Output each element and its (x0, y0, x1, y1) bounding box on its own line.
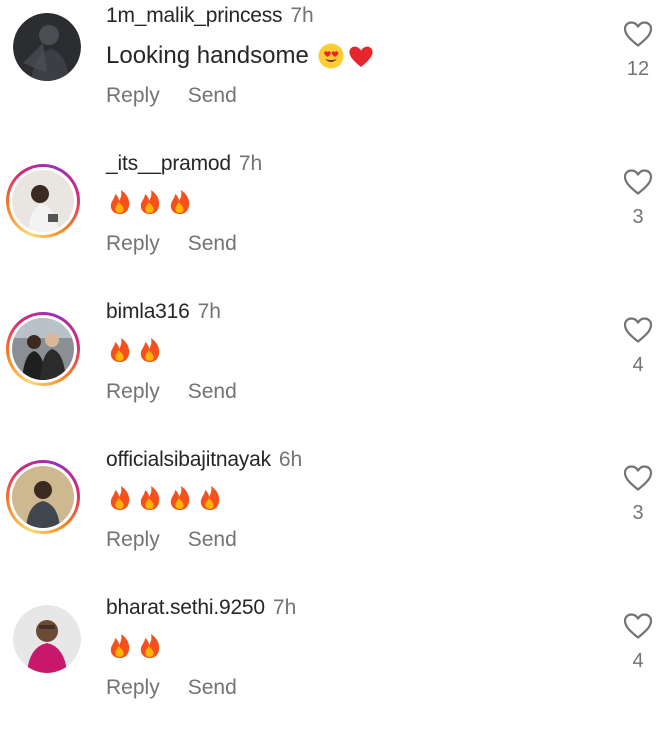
username[interactable]: bimla316 (106, 300, 190, 323)
like-area: 4 (621, 316, 655, 377)
comment-item: bharat.sethi.9250 7h Reply Send 4 (0, 592, 665, 740)
comment-item: _its__pramod 7h Reply Send 3 (0, 148, 665, 296)
timestamp: 7h (272, 596, 297, 619)
like-count: 4 (632, 354, 644, 376)
avatar[interactable] (13, 13, 81, 81)
avatar-story-ring[interactable] (6, 460, 80, 534)
comment-text (106, 632, 164, 660)
comment-header: bharat.sethi.9250 7h (106, 596, 296, 620)
heart-icon[interactable] (623, 612, 653, 640)
username[interactable]: 1m_malik_princess (106, 4, 283, 27)
comment-text: Looking handsome (106, 40, 375, 72)
heart-icon[interactable] (623, 20, 653, 48)
username[interactable]: officialsibajitnayak (106, 448, 271, 471)
reply-button[interactable]: Reply (106, 232, 160, 255)
comment-text-content: Looking handsome (106, 42, 309, 69)
like-count: 3 (632, 206, 644, 228)
heart-icon[interactable] (623, 464, 653, 492)
send-button[interactable]: Send (188, 232, 237, 255)
heart-eyes-emoji (318, 43, 344, 69)
like-area: 4 (621, 612, 655, 673)
comment-item: bimla316 7h Reply Send 4 (0, 296, 665, 444)
avatar (12, 318, 74, 380)
like-count: 3 (632, 502, 644, 524)
comment-actions: Reply Send (106, 84, 265, 108)
fire-emoji (140, 634, 160, 658)
comment-item: 1m_malik_princess 7h Looking handsome Rep… (0, 0, 665, 148)
comment-text (106, 336, 164, 364)
avatar (12, 170, 74, 232)
reply-button[interactable]: Reply (106, 528, 160, 551)
comment-header: bimla316 7h (106, 300, 221, 324)
comment-header: _its__pramod 7h (106, 152, 262, 176)
like-area: 3 (621, 464, 655, 525)
fire-emoji (170, 486, 190, 510)
like-count: 12 (626, 58, 650, 80)
username[interactable]: _its__pramod (106, 152, 231, 175)
fire-emoji (110, 338, 130, 362)
like-count: 4 (632, 650, 644, 672)
comment-text (106, 484, 224, 512)
avatar[interactable] (13, 605, 81, 673)
reply-button[interactable]: Reply (106, 380, 160, 403)
send-button[interactable]: Send (188, 528, 237, 551)
fire-emoji (170, 190, 190, 214)
red-heart-emoji (349, 46, 373, 67)
timestamp: 6h (278, 448, 303, 471)
timestamp: 7h (290, 4, 314, 27)
timestamp: 7h (197, 300, 221, 323)
reply-button[interactable]: Reply (106, 676, 160, 699)
avatar-story-ring[interactable] (6, 312, 80, 386)
comment-header: officialsibajitnayak 6h (106, 448, 302, 472)
comment-header: 1m_malik_princess 7h (106, 4, 314, 28)
timestamp: 7h (238, 152, 263, 175)
send-button[interactable]: Send (188, 380, 237, 403)
fire-emoji (140, 190, 160, 214)
reply-button[interactable]: Reply (106, 84, 160, 107)
comment-actions: Reply Send (106, 380, 265, 404)
comment-text (106, 188, 194, 216)
heart-icon[interactable] (623, 168, 653, 196)
fire-emoji (200, 486, 220, 510)
comment-actions: Reply Send (106, 232, 265, 256)
avatar (12, 466, 74, 528)
comment-actions: Reply Send (106, 676, 265, 700)
fire-emoji (110, 634, 130, 658)
send-button[interactable]: Send (188, 84, 237, 107)
comment-actions: Reply Send (106, 528, 265, 552)
avatar-story-ring[interactable] (6, 164, 80, 238)
fire-emoji (110, 190, 130, 214)
comment-item: officialsibajitnayak 6h Reply Send 3 (0, 444, 665, 592)
fire-emoji (110, 486, 130, 510)
username[interactable]: bharat.sethi.9250 (106, 596, 265, 619)
like-area: 3 (621, 168, 655, 229)
heart-icon[interactable] (623, 316, 653, 344)
send-button[interactable]: Send (188, 676, 237, 699)
fire-emoji (140, 486, 160, 510)
like-area: 12 (621, 20, 655, 81)
fire-emoji (140, 338, 160, 362)
